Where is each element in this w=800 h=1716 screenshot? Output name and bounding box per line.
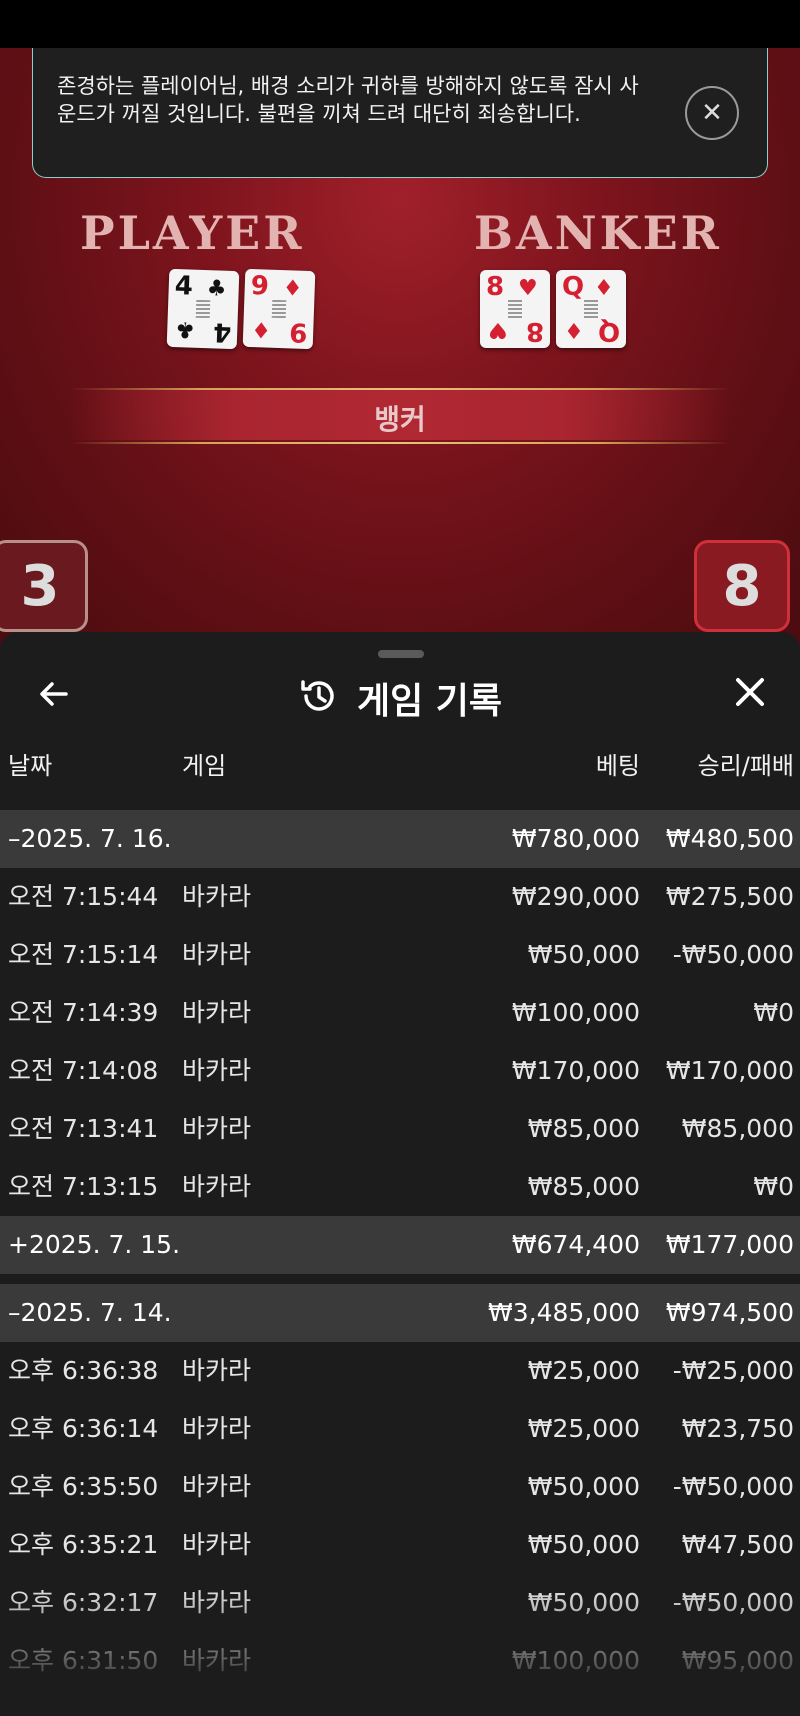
table-row[interactable]: 오후 6:36:14 바카라 ₩25,000 ₩23,750 (0, 1400, 800, 1458)
sheet-header: 게임 기록 (0, 672, 800, 724)
status-bar (0, 0, 800, 48)
player-label: PLAYER (80, 206, 305, 260)
result-text: 뱅커 (374, 403, 426, 436)
history-list: –2025. 7. 16. ₩780,000 ₩480,500 오전 7:15:… (0, 810, 800, 1690)
banker-card-1: 8 ♥ ♥ 8 (480, 270, 550, 348)
baccarat-table: 존경하는 플레이어님, 배경 소리가 귀하를 방해하지 않도록 잠시 사운드가 … (0, 48, 800, 648)
notice-close-button[interactable]: ✕ (685, 86, 739, 140)
date-group-row[interactable]: +2025. 7. 15. ₩674,400 ₩177,000 (0, 1216, 800, 1274)
game-history-sheet: 게임 기록 날짜 게임 베팅 승리/패배 –2025. 7. 16. ₩780,… (0, 632, 800, 1716)
date-group-row[interactable]: –2025. 7. 14. ₩3,485,000 ₩974,500 (0, 1284, 800, 1342)
table-row[interactable]: 오전 7:13:41 바카라 ₩85,000 ₩85,000 (0, 1100, 800, 1158)
sheet-title: 게임 기록 (357, 681, 503, 722)
banker-card-2: Q ♦ ♦ Q (556, 270, 626, 348)
close-icon (732, 671, 768, 720)
table-row[interactable]: 오후 6:32:17 바카라 ₩50,000 -₩50,000 (0, 1574, 800, 1632)
sound-notice: 존경하는 플레이어님, 배경 소리가 귀하를 방해하지 않도록 잠시 사운드가 … (32, 48, 768, 178)
table-row[interactable]: 오전 7:15:44 바카라 ₩290,000 ₩275,500 (0, 868, 800, 926)
result-banner: 뱅커 (70, 386, 730, 446)
column-game: 게임 (182, 752, 227, 780)
table-header: 날짜 게임 베팅 승리/패배 (0, 736, 800, 796)
drag-handle[interactable] (378, 650, 424, 658)
column-win-loss: 승리/패배 (697, 752, 794, 780)
table-row[interactable]: 오후 6:35:50 바카라 ₩50,000 -₩50,000 (0, 1458, 800, 1516)
player-score: 3 (0, 540, 88, 632)
sound-notice-text: 존경하는 플레이어님, 배경 소리가 귀하를 방해하지 않도록 잠시 사운드가 … (57, 74, 639, 126)
column-date: 날짜 (8, 752, 53, 780)
table-row[interactable]: 오후 6:31:50 바카라 ₩100,000 ₩95,000 (0, 1632, 800, 1690)
table-row[interactable]: 오전 7:13:15 바카라 ₩85,000 ₩0 (0, 1158, 800, 1216)
date-group-row[interactable]: –2025. 7. 16. ₩780,000 ₩480,500 (0, 810, 800, 868)
table-row[interactable]: 오전 7:14:08 바카라 ₩170,000 ₩170,000 (0, 1042, 800, 1100)
table-row[interactable]: 오후 6:36:38 바카라 ₩25,000 -₩25,000 (0, 1342, 800, 1400)
column-bet: 베팅 (595, 752, 640, 780)
table-row[interactable]: 오후 6:35:21 바카라 ₩50,000 ₩47,500 (0, 1516, 800, 1574)
close-icon: ✕ (701, 98, 723, 128)
history-icon (298, 676, 338, 720)
banker-label: BANKER (474, 206, 722, 260)
table-row[interactable]: 오전 7:14:39 바카라 ₩100,000 ₩0 (0, 984, 800, 1042)
player-card-1: 4 ♣ ♣ 4 (166, 268, 240, 350)
sheet-close-button[interactable] (732, 674, 768, 716)
banker-score: 8 (694, 540, 790, 632)
player-card-2: 9 ♦ ♦ 9 (242, 268, 316, 350)
table-row[interactable]: 오전 7:15:14 바카라 ₩50,000 -₩50,000 (0, 926, 800, 984)
